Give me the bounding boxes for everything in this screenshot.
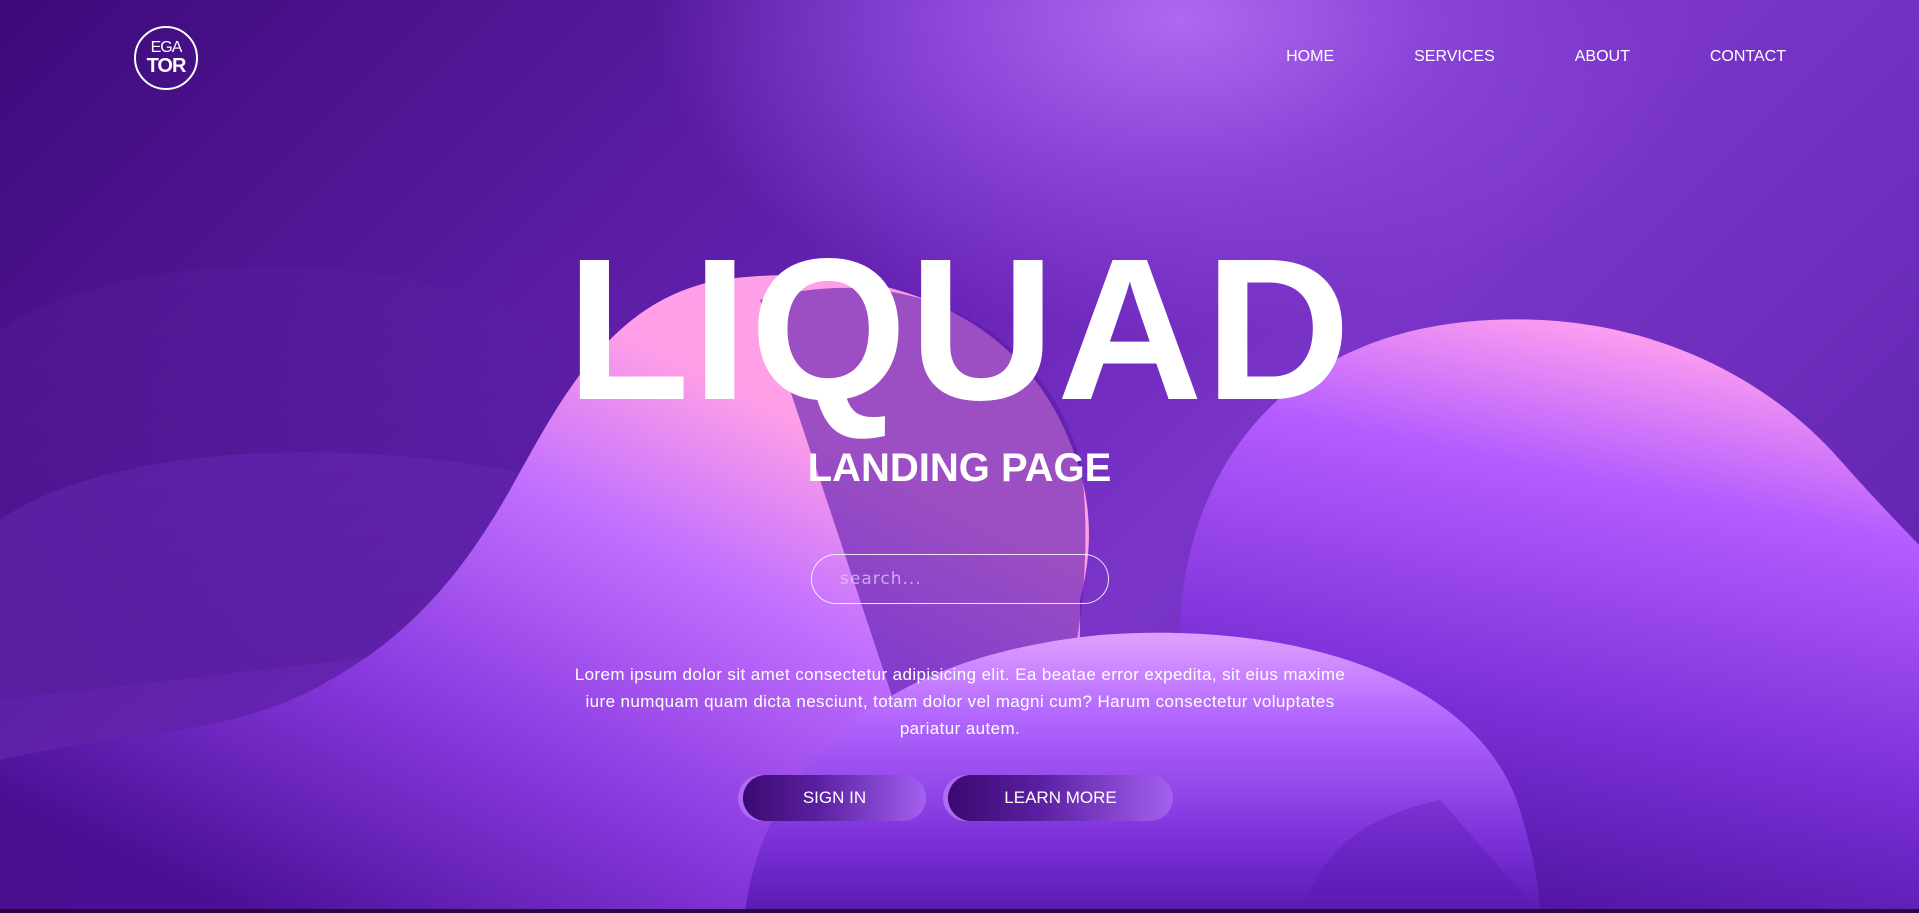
nav-home[interactable]: HOME (1286, 48, 1334, 66)
landing-page: EGA TOR HOME SERVICES ABOUT CONTACT LIQU… (0, 0, 1919, 913)
sign-in-button[interactable]: SIGN IN (743, 775, 926, 821)
logo-text-bottom: TOR (146, 55, 187, 77)
learn-more-button[interactable]: LEARN MORE (948, 775, 1173, 821)
hero-description: Lorem ipsum dolor sit amet consectetur a… (574, 665, 1346, 738)
logo-text-top: EGA (150, 39, 183, 56)
hero-title: LIQUAD (566, 216, 1353, 442)
logo[interactable]: EGA TOR (134, 26, 198, 90)
main-nav: HOME SERVICES ABOUT CONTACT (1206, 48, 1786, 66)
search-input[interactable] (811, 554, 1109, 604)
bottom-edge (0, 909, 1919, 913)
hero-subtitle: LANDING PAGE (807, 446, 1112, 490)
nav-about[interactable]: ABOUT (1575, 48, 1630, 66)
nav-contact[interactable]: CONTACT (1710, 48, 1786, 66)
nav-services[interactable]: SERVICES (1414, 48, 1495, 66)
